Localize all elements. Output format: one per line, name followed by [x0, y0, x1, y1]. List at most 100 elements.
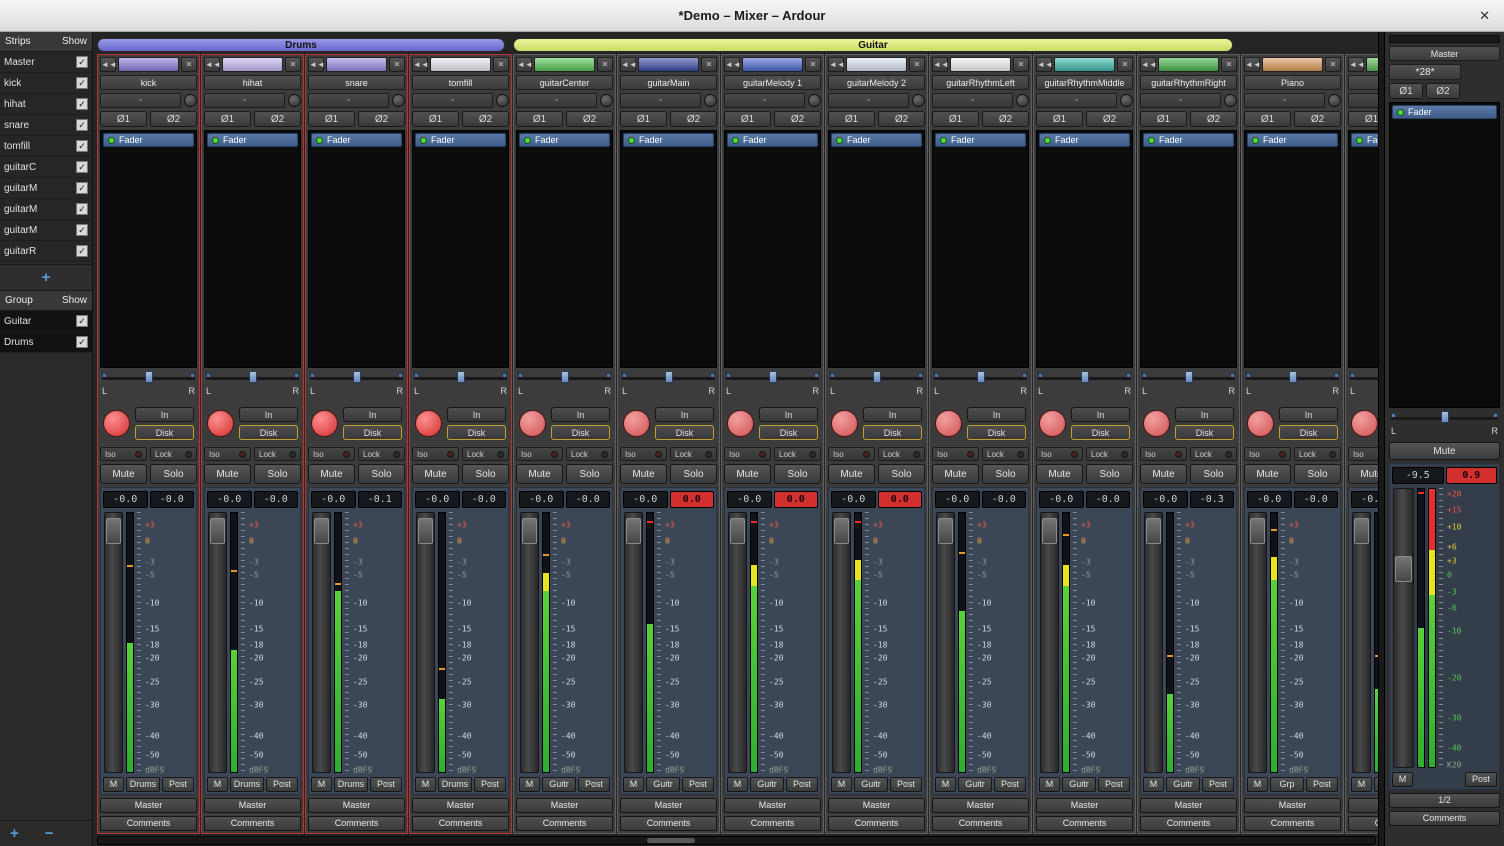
solo-isolate-button[interactable]: Iso: [308, 447, 355, 461]
pan-handle[interactable]: [665, 371, 673, 383]
output-button[interactable]: Master: [724, 798, 821, 813]
peak-display[interactable]: -0.0: [982, 491, 1027, 508]
add-strip-box[interactable]: +: [0, 264, 92, 291]
output-button[interactable]: Master: [516, 798, 613, 813]
monitor-input-button[interactable]: In: [863, 407, 922, 422]
comments-button[interactable]: Comments: [620, 816, 717, 831]
processor-box[interactable]: Fader: [620, 130, 717, 368]
phase-1-button[interactable]: Ø1: [1348, 111, 1378, 127]
phase-2-button[interactable]: Ø2: [1190, 111, 1237, 127]
phase-2-button[interactable]: Ø2: [150, 111, 197, 127]
comments-button[interactable]: Comments: [204, 816, 301, 831]
pan-slider[interactable]: [830, 371, 923, 384]
processor-box[interactable]: Fader: [828, 130, 925, 368]
phase-1-button[interactable]: Ø1: [828, 111, 875, 127]
strip-color-bar[interactable]: [1158, 57, 1219, 72]
master-metering-point-button[interactable]: M: [1392, 772, 1413, 787]
solo-lock-button[interactable]: Lock: [878, 447, 925, 461]
mute-button[interactable]: Mute: [1348, 464, 1378, 484]
window-close-button[interactable]: ✕: [1479, 8, 1490, 24]
monitor-disk-button[interactable]: Disk: [655, 425, 714, 440]
master-output-button[interactable]: 1/2: [1389, 793, 1500, 808]
comments-button[interactable]: Comments: [308, 816, 405, 831]
solo-lock-button[interactable]: Lock: [358, 447, 405, 461]
phase-2-button[interactable]: Ø2: [566, 111, 613, 127]
phase-1-button[interactable]: Ø1: [620, 111, 667, 127]
pan-slider[interactable]: [310, 371, 403, 384]
master-top-scrollbar[interactable]: [1389, 35, 1500, 43]
processor-active-led[interactable]: [940, 137, 947, 144]
pan-slider[interactable]: [206, 371, 299, 384]
processor-box[interactable]: Fader: [1244, 130, 1341, 368]
monitor-disk-button[interactable]: Disk: [759, 425, 818, 440]
peak-display[interactable]: 0.0: [878, 491, 923, 508]
peak-display[interactable]: 0.0: [774, 491, 819, 508]
master-pan-slider[interactable]: [1391, 411, 1498, 424]
metering-point-button[interactable]: M: [935, 777, 956, 792]
input-button[interactable]: -: [828, 93, 909, 108]
group-button[interactable]: Drums: [230, 777, 264, 792]
master-meter-point-button[interactable]: Post: [1465, 772, 1497, 787]
horizontal-scrollbar-handle[interactable]: [647, 838, 695, 843]
level-meter[interactable]: [230, 512, 238, 773]
solo-lock-button[interactable]: Lock: [462, 447, 509, 461]
input-button[interactable]: -: [1036, 93, 1117, 108]
fader-slider[interactable]: [520, 512, 539, 773]
fader-slider[interactable]: [312, 512, 331, 773]
strip-visible-checkbox[interactable]: ✓: [76, 77, 88, 89]
group-button[interactable]: Grp: [1270, 777, 1304, 792]
strip-visible-checkbox[interactable]: ✓: [76, 182, 88, 194]
input-button[interactable]: -: [412, 93, 493, 108]
level-meter[interactable]: [1374, 512, 1378, 773]
strip-name-button[interactable]: guitarRhythmLeft: [932, 75, 1029, 90]
solo-button[interactable]: Solo: [774, 464, 821, 484]
record-arm-button[interactable]: [1351, 410, 1378, 437]
fader-handle[interactable]: [626, 518, 641, 544]
record-arm-button[interactable]: [311, 410, 338, 437]
pan-handle[interactable]: [1289, 371, 1297, 383]
input-button[interactable]: -: [308, 93, 389, 108]
mute-button[interactable]: Mute: [1140, 464, 1187, 484]
meter-point-button[interactable]: Post: [162, 777, 194, 792]
group-button[interactable]: Guitr: [646, 777, 680, 792]
strip-visible-checkbox[interactable]: ✓: [76, 98, 88, 110]
peak-display[interactable]: -0.0: [462, 491, 507, 508]
processor-active-led[interactable]: [1356, 137, 1363, 144]
pan-slider[interactable]: [518, 371, 611, 384]
sidebar-strip-item[interactable]: guitarM✓: [0, 199, 92, 220]
solo-isolate-button[interactable]: Iso: [100, 447, 147, 461]
strip-name-button[interactable]: kick: [100, 75, 197, 90]
phase-1-button[interactable]: Ø1: [204, 111, 251, 127]
strip-color-bar[interactable]: [742, 57, 803, 72]
solo-button[interactable]: Solo: [982, 464, 1029, 484]
processor-box[interactable]: Fader: [724, 130, 821, 368]
strip-close-icon[interactable]: ✕: [1221, 57, 1237, 72]
solo-isolate-button[interactable]: Iso: [1140, 447, 1187, 461]
solo-button[interactable]: Solo: [254, 464, 301, 484]
master-level-meter-right[interactable]: [1428, 488, 1436, 768]
phase-2-button[interactable]: Ø2: [358, 111, 405, 127]
output-button[interactable]: Master: [828, 798, 925, 813]
fader-handle[interactable]: [834, 518, 849, 544]
sidebar-strip-item[interactable]: tomfill✓: [0, 136, 92, 157]
processor-active-led[interactable]: [524, 137, 531, 144]
level-meter[interactable]: [1270, 512, 1278, 773]
strip-color-bar[interactable]: [1054, 57, 1115, 72]
fader-slider[interactable]: [1248, 512, 1267, 773]
sidebar-strip-item[interactable]: kick✓: [0, 73, 92, 94]
master-gain-display[interactable]: -9.5: [1392, 467, 1444, 484]
group-button[interactable]: Guitr: [542, 777, 576, 792]
strip-name-button[interactable]: snare: [308, 75, 405, 90]
strip-visible-checkbox[interactable]: ✓: [76, 56, 88, 68]
master-processor-active-led[interactable]: [1397, 109, 1404, 116]
mute-button[interactable]: Mute: [308, 464, 355, 484]
monitor-disk-button[interactable]: Disk: [1071, 425, 1130, 440]
output-button[interactable]: Master: [308, 798, 405, 813]
strip-color-bar[interactable]: [846, 57, 907, 72]
metering-point-button[interactable]: M: [311, 777, 332, 792]
solo-isolate-button[interactable]: Iso: [204, 447, 251, 461]
level-meter[interactable]: [958, 512, 966, 773]
group-visible-checkbox[interactable]: ✓: [76, 336, 88, 348]
peak-display[interactable]: 0.0: [670, 491, 715, 508]
solo-isolate-button[interactable]: Iso: [412, 447, 459, 461]
